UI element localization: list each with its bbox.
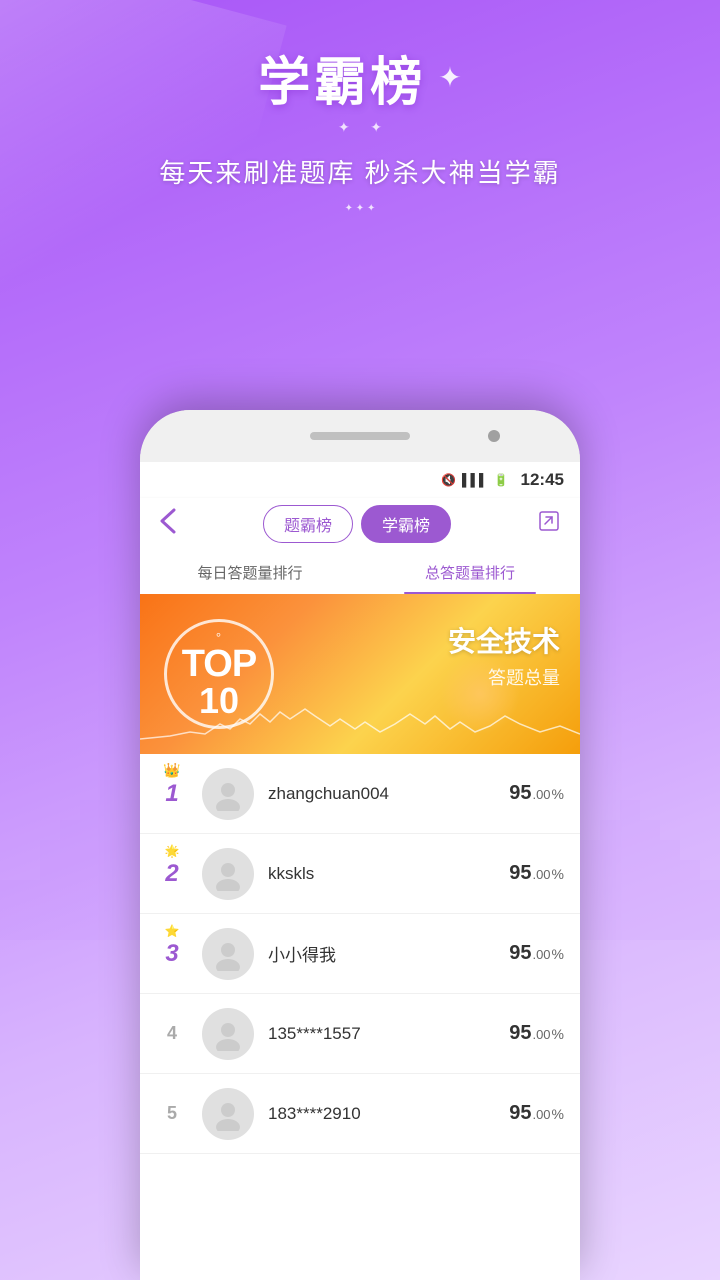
score-decimal-5: .00 [532, 1107, 550, 1122]
rank-name-5: 183****2910 [268, 1104, 509, 1124]
rank-position-5: 5 [156, 1103, 188, 1124]
subtab-total[interactable]: 总答题量排行 [360, 550, 580, 594]
rank-score-3: 95 .00 % [509, 942, 564, 965]
nav-tabs: 题霸榜 学霸榜 [182, 505, 532, 543]
rank-score-2: 95 .00 % [509, 862, 564, 885]
score-unit-1: % [552, 786, 564, 802]
table-row: 🌟 2 kkskls 95 .00 % [140, 834, 580, 914]
score-unit-3: % [552, 946, 564, 962]
rank-number-1: 👑 1 [156, 780, 188, 808]
header-section: 学霸榜 ✦ ✦ ✦ 每天来刷准题库 秒杀大神当学霸 ✦ ✦ ✦ [0, 40, 720, 216]
rank-number-4: 4 [156, 1023, 188, 1044]
crown-icon-1: 👑 [163, 762, 180, 779]
avatar-2 [202, 848, 254, 900]
rank-number-3: ⭐ 3 [156, 940, 188, 968]
score-decimal-4: .00 [532, 1027, 550, 1042]
app-screen: 🔇 ▌▌▌ 🔋 12:45 题霸榜 学霸榜 [140, 462, 580, 1280]
score-unit-2: % [552, 866, 564, 882]
rank-position-1: 1 [156, 780, 188, 808]
rank-number-2: 🌟 2 [156, 860, 188, 888]
rank-score-4: 95 .00 % [509, 1022, 564, 1045]
sparkle-bottom: ✦ ✦ ✦ [345, 203, 376, 214]
score-decimal-1: .00 [532, 787, 550, 802]
battery-icon: 🔋 [494, 473, 509, 487]
score-main-3: 95 [509, 942, 531, 965]
rank-position-2: 2 [156, 860, 188, 888]
crown-icon-2: 🌟 [165, 844, 180, 858]
phone-notch [140, 410, 580, 462]
back-button[interactable] [154, 502, 182, 546]
rank-name-1: zhangchuan004 [268, 784, 509, 804]
mute-icon: 🔇 [441, 473, 456, 487]
score-unit-5: % [552, 1106, 564, 1122]
share-button[interactable] [532, 504, 566, 544]
sparkle-left: ✦ [338, 119, 350, 136]
score-main-1: 95 [509, 782, 531, 805]
avatar-3 [202, 928, 254, 980]
banner: ° TOP 10 安全技术 答题总量 [140, 594, 580, 754]
phone-camera [488, 430, 500, 442]
subtab-daily[interactable]: 每日答题量排行 [140, 550, 360, 594]
crown-icon-3: ⭐ [165, 924, 180, 938]
tab-tiba[interactable]: 题霸榜 [263, 505, 353, 543]
page-title: 学霸榜 [258, 40, 426, 115]
status-icons: 🔇 ▌▌▌ 🔋 12:45 [441, 470, 564, 490]
score-decimal-2: .00 [532, 867, 550, 882]
phone-speaker [310, 432, 410, 440]
star-icon: ✦ [438, 61, 461, 94]
avatar-4 [202, 1008, 254, 1060]
banner-category: 安全技术 [448, 620, 560, 660]
rank-name-4: 135****1557 [268, 1024, 509, 1044]
rank-score-1: 95 .00 % [509, 782, 564, 805]
score-unit-4: % [552, 1026, 564, 1042]
rank-name-3: 小小得我 [268, 941, 509, 966]
banner-label: 答题总量 [448, 664, 560, 690]
rank-position-3: 3 [156, 940, 188, 968]
avatar-5 [202, 1088, 254, 1140]
tab-xueba[interactable]: 学霸榜 [361, 505, 451, 543]
top-text: TOP [182, 645, 256, 683]
sparkle-mid: ✦ [370, 119, 382, 136]
table-row: 5 183****2910 95 .00 % [140, 1074, 580, 1154]
nav-bar: 题霸榜 学霸榜 [140, 498, 580, 550]
rankings-list: 👑 1 zhangchuan004 95 .00 % [140, 754, 580, 1280]
status-time: 12:45 [521, 470, 564, 490]
table-row: 👑 1 zhangchuan004 95 .00 % [140, 754, 580, 834]
score-main-4: 95 [509, 1022, 531, 1045]
score-decimal-3: .00 [532, 947, 550, 962]
score-main-2: 95 [509, 862, 531, 885]
signal-icon: ▌▌▌ [462, 473, 488, 487]
table-row: ⭐ 3 小小得我 95 .00 % [140, 914, 580, 994]
table-row: 4 135****1557 95 .00 % [140, 994, 580, 1074]
avatar-1 [202, 768, 254, 820]
rank-position-4: 4 [156, 1023, 188, 1044]
rank-score-5: 95 .00 % [509, 1102, 564, 1125]
header-subtitle: 每天来刷准题库 秒杀大神当学霸 [0, 153, 720, 190]
status-bar: 🔇 ▌▌▌ 🔋 12:45 [140, 462, 580, 498]
rank-name-2: kkskls [268, 864, 509, 884]
banner-info: 安全技术 答题总量 [448, 620, 560, 690]
rank-number-5: 5 [156, 1103, 188, 1124]
score-main-5: 95 [509, 1102, 531, 1125]
banner-wave [140, 694, 580, 754]
phone-frame: 🔇 ▌▌▌ 🔋 12:45 题霸榜 学霸榜 [140, 410, 580, 1280]
sub-tabs: 每日答题量排行 总答题量排行 [140, 550, 580, 594]
